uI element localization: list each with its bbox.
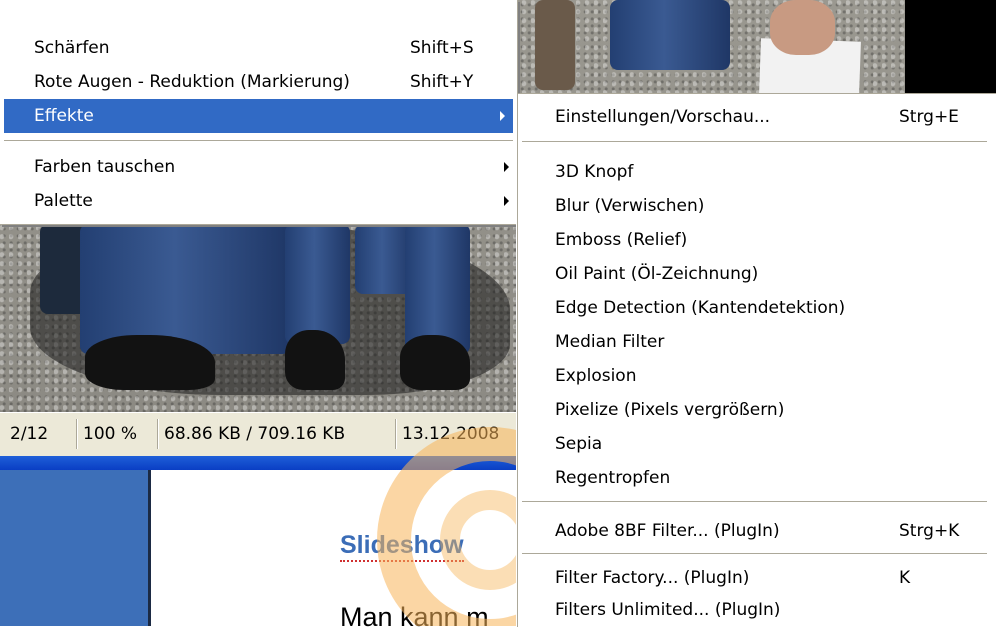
menu-separator	[4, 140, 513, 142]
context-menu-main: Auto-Korrektur Shift+U Schärfen Shift+S …	[0, 0, 518, 225]
status-date: 13.12.2008	[395, 419, 532, 449]
menu-item-effekte[interactable]: Effekte	[4, 99, 513, 133]
menu-item-label: 3D Knopf	[555, 162, 634, 182]
photo-jeans-left	[80, 224, 290, 354]
status-zoom: 100 %	[76, 419, 157, 449]
document-sidebar	[0, 470, 151, 626]
document-body-text: Man kann m	[340, 602, 489, 632]
status-filesize: 68.86 KB / 709.16 KB	[157, 419, 394, 449]
status-image-index: 2/12	[10, 424, 49, 444]
menu-item-shortcut: Shift+U	[410, 0, 475, 12]
menu-item-label: Explosion	[555, 366, 637, 386]
menu-item-label: Edge Detection (Kantendetektion)	[555, 298, 846, 318]
menu-item-adobe-8bf-filter[interactable]: Adobe 8BF Filter... (PlugIn) Strg+K	[518, 514, 996, 548]
menu-item-emboss[interactable]: Emboss (Relief)	[518, 223, 996, 257]
document-title: Slideshow	[340, 530, 464, 562]
menu-item-edge-detection[interactable]: Edge Detection (Kantendetektion)	[518, 291, 996, 325]
menu-separator	[522, 141, 987, 143]
menu-item-filters-unlimited[interactable]: Filters Unlimited... (PlugIn)	[518, 593, 996, 627]
photo-dark-area	[905, 0, 996, 93]
menu-item-shortcut: K	[899, 568, 911, 588]
menu-item-regentropfen[interactable]: Regentropfen	[518, 461, 996, 495]
menu-item-label: Adobe 8BF Filter... (PlugIn)	[555, 521, 780, 541]
menu-item-label: Schärfen	[34, 38, 110, 58]
menu-item-label: Filters Unlimited... (PlugIn)	[555, 600, 781, 620]
menu-item-rote-augen[interactable]: Rote Augen - Reduktion (Markierung) Shif…	[0, 65, 517, 99]
menu-item-label: Oil Paint (Öl-Zeichnung)	[555, 264, 759, 284]
menu-item-auto-korrektur[interactable]: Auto-Korrektur Shift+U	[0, 0, 517, 12]
menu-item-schaerfen[interactable]: Schärfen Shift+S	[0, 31, 517, 65]
menu-item-farben-tauschen[interactable]: Farben tauschen	[0, 150, 517, 184]
menu-item-label: Emboss (Relief)	[555, 230, 688, 250]
menu-item-blur[interactable]: Blur (Verwischen)	[518, 189, 996, 223]
menu-item-palette[interactable]: Palette	[0, 184, 517, 218]
photo-shoe-child-right	[400, 335, 470, 390]
menu-separator	[522, 501, 987, 503]
menu-item-label: Einstellungen/Vorschau...	[555, 107, 771, 127]
menu-item-label: Palette	[34, 191, 93, 211]
submenu-effekte: Einstellungen/Vorschau... Strg+E 3D Knop…	[517, 93, 996, 627]
photo-shoe-child-left	[285, 330, 345, 390]
menu-item-label: Median Filter	[555, 332, 665, 352]
photo-jeans-top	[610, 0, 730, 70]
menu-item-label: Farben tauschen	[34, 157, 176, 177]
menu-item-explosion[interactable]: Explosion	[518, 359, 996, 393]
photo-shoe-left	[85, 335, 215, 390]
photo-figure-edge	[535, 0, 575, 90]
menu-item-einstellungen-vorschau[interactable]: Einstellungen/Vorschau... Strg+E	[518, 100, 996, 134]
menu-item-3d-knopf[interactable]: 3D Knopf	[518, 155, 996, 189]
submenu-arrow-icon	[504, 162, 509, 172]
menu-item-label: Rote Augen - Reduktion (Markierung)	[34, 72, 350, 92]
menu-item-label: Regentropfen	[555, 468, 671, 488]
menu-item-median-filter[interactable]: Median Filter	[518, 325, 996, 359]
menu-item-oil-paint[interactable]: Oil Paint (Öl-Zeichnung)	[518, 257, 996, 291]
menu-item-sepia[interactable]: Sepia	[518, 427, 996, 461]
menu-item-shortcut: Strg+K	[899, 521, 960, 541]
menu-item-label: Auto-Korrektur	[34, 0, 159, 12]
menu-item-shortcut: Strg+E	[899, 107, 959, 127]
submenu-arrow-icon	[504, 196, 509, 206]
menu-item-shortcut: Shift+S	[410, 38, 474, 58]
menu-item-label: Effekte	[34, 106, 94, 126]
menu-item-label: Filter Factory... (PlugIn)	[555, 568, 750, 588]
menu-item-label: Sepia	[555, 434, 603, 454]
menu-item-shortcut: Shift+Y	[410, 72, 474, 92]
menu-item-filter-factory[interactable]: Filter Factory... (PlugIn) K	[518, 561, 996, 595]
photo-hand	[770, 0, 835, 55]
menu-item-pixelize[interactable]: Pixelize (Pixels vergrößern)	[518, 393, 996, 427]
menu-separator	[522, 553, 987, 555]
submenu-arrow-icon	[500, 111, 505, 121]
menu-item-label: Blur (Verwischen)	[555, 196, 705, 216]
photo-jeans-child-left	[285, 224, 350, 344]
menu-item-label: Pixelize (Pixels vergrößern)	[555, 400, 785, 420]
